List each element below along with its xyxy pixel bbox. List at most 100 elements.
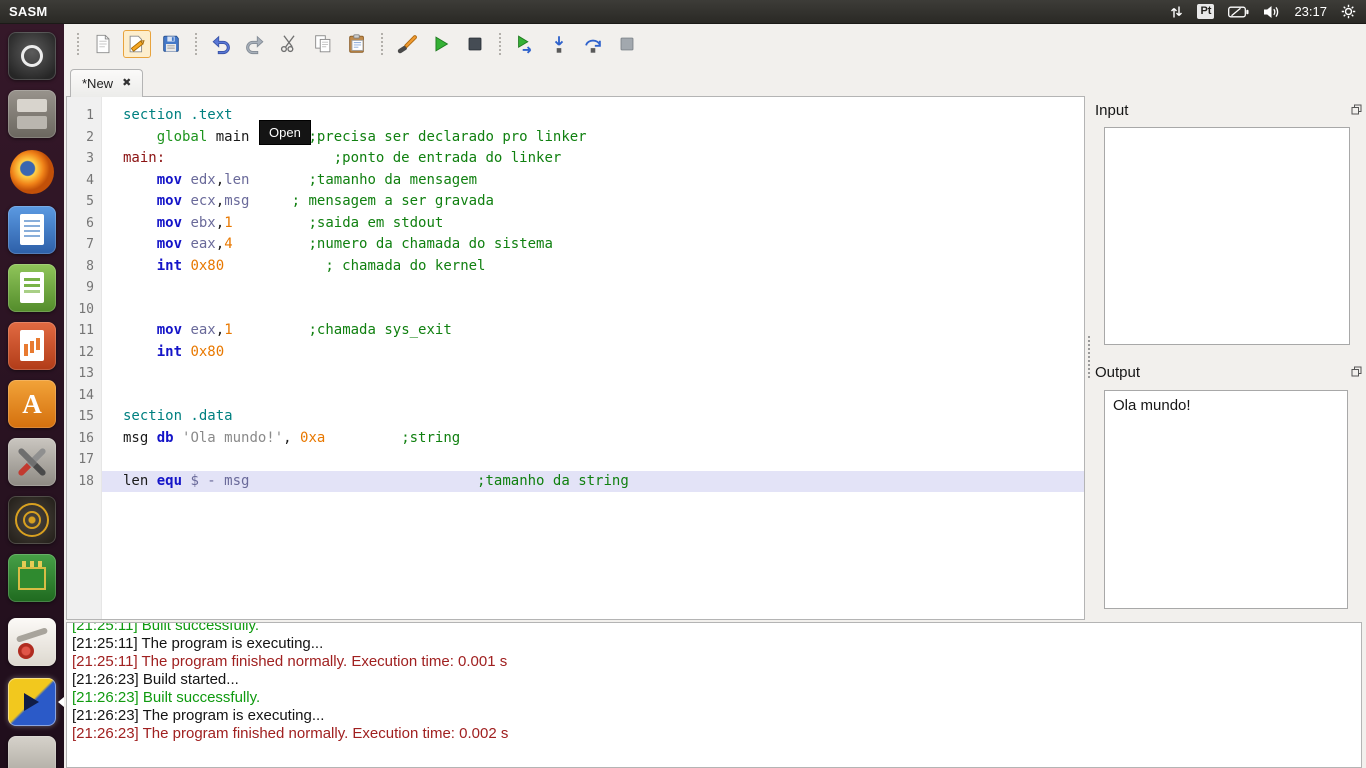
launcher-item-file-manager[interactable] bbox=[8, 90, 56, 138]
log-line: [21:26:23] Built successfully. bbox=[72, 689, 261, 706]
undo-button[interactable] bbox=[207, 30, 235, 58]
line-number[interactable]: 7 bbox=[67, 234, 102, 256]
editor-line-7[interactable]: 7 mov eax,4 ;numero da chamada do sistem… bbox=[67, 234, 1084, 256]
program-input-box[interactable] bbox=[1104, 127, 1350, 345]
editor-line-1[interactable]: 1 section .text bbox=[67, 105, 1084, 127]
build-log-box[interactable]: [21:25:11] Built successfully. [21:25:11]… bbox=[66, 622, 1362, 768]
step-over-button[interactable] bbox=[579, 30, 607, 58]
detach-output-icon[interactable] bbox=[1351, 366, 1362, 377]
tab-label: *New bbox=[82, 76, 114, 91]
clock[interactable]: 23:17 bbox=[1294, 4, 1327, 19]
step-into-button[interactable] bbox=[545, 30, 573, 58]
line-number[interactable]: 1 bbox=[67, 105, 102, 127]
stop-button[interactable] bbox=[461, 30, 489, 58]
line-number[interactable]: 5 bbox=[67, 191, 102, 213]
editor-line-4[interactable]: 4 mov edx,len ;tamanho da mensagem bbox=[67, 170, 1084, 192]
desktop: SASM Pt 23:17 A *New ✖ 1 section .text 2… bbox=[0, 0, 1366, 768]
copy-button[interactable] bbox=[309, 30, 337, 58]
keyboard-layout-indicator[interactable]: Pt bbox=[1197, 4, 1215, 19]
new-file-button[interactable] bbox=[89, 30, 117, 58]
launcher-item-sasm[interactable] bbox=[8, 678, 56, 726]
editor-line-5[interactable]: 5 mov ecx,msg ; mensagem a ser gravada bbox=[67, 191, 1084, 213]
editor-line-11[interactable]: 11 mov eax,1 ;chamada sys_exit bbox=[67, 320, 1084, 342]
line-number[interactable]: 4 bbox=[67, 170, 102, 192]
editor-line-16[interactable]: 16 msg db 'Ola mundo!', 0xa ;string bbox=[67, 428, 1084, 450]
paste-icon bbox=[346, 33, 368, 55]
launcher-item-text-editor[interactable] bbox=[8, 206, 56, 254]
code-text: mov ebx,1 ;saida em stdout bbox=[156, 214, 444, 231]
run-button[interactable] bbox=[427, 30, 455, 58]
tab-new[interactable]: *New ✖ bbox=[70, 69, 144, 97]
stop-debug-button[interactable] bbox=[613, 30, 641, 58]
redo-button[interactable] bbox=[241, 30, 269, 58]
launcher-item-libreoffice-calc[interactable] bbox=[8, 264, 56, 312]
log-line: [21:25:11] The program finished normally… bbox=[72, 653, 508, 670]
tab-close-icon[interactable]: ✖ bbox=[122, 78, 131, 89]
editor-line-18[interactable]: 18 len equ $ - msg ;tamanho da string bbox=[67, 470, 1084, 493]
line-number[interactable]: 8 bbox=[67, 256, 102, 278]
editor-line-6[interactable]: 6 mov ebx,1 ;saida em stdout bbox=[67, 213, 1084, 235]
battery-icon[interactable] bbox=[1228, 6, 1249, 18]
line-number[interactable]: 17 bbox=[67, 449, 102, 471]
line-number[interactable]: 11 bbox=[67, 320, 102, 342]
cut-button[interactable] bbox=[275, 30, 303, 58]
editor-line-17[interactable]: 17 bbox=[67, 449, 1084, 471]
code-text: global main ;precisa ser declarado pro l… bbox=[156, 128, 587, 145]
editor-line-9[interactable]: 9 bbox=[67, 277, 1084, 299]
io-panel: Input Output Ola mundo! bbox=[1093, 96, 1366, 618]
launcher-item-dash-home[interactable] bbox=[8, 32, 56, 80]
editor-line-3[interactable]: 3 main: ;ponto de entrada do linker bbox=[67, 148, 1084, 170]
volume-icon[interactable] bbox=[1263, 5, 1280, 19]
launcher-item-documents-app[interactable] bbox=[8, 618, 56, 666]
line-number[interactable]: 6 bbox=[67, 213, 102, 235]
launcher-item-firefox[interactable] bbox=[8, 148, 56, 196]
launcher-item-target-app[interactable] bbox=[8, 496, 56, 544]
save-file-button[interactable] bbox=[157, 30, 185, 58]
line-number[interactable]: 3 bbox=[67, 148, 102, 170]
editor-line-8[interactable]: 8 int 0x80 ; chamada do kernel bbox=[67, 256, 1084, 278]
log-line: [21:25:11] Built successfully. bbox=[72, 622, 260, 634]
editor-line-14[interactable]: 14 bbox=[67, 385, 1084, 407]
launcher-item-system-settings[interactable] bbox=[8, 438, 56, 486]
launcher-item-hidden-app[interactable] bbox=[8, 736, 56, 768]
paste-button[interactable] bbox=[343, 30, 371, 58]
session-gear-icon[interactable] bbox=[1341, 4, 1356, 19]
app-title: SASM bbox=[9, 4, 48, 19]
line-number[interactable]: 9 bbox=[67, 277, 102, 299]
line-number[interactable]: 16 bbox=[67, 428, 102, 450]
build-log: [21:25:11] Built successfully. [21:25:11]… bbox=[67, 622, 1361, 743]
line-number[interactable]: 14 bbox=[67, 385, 102, 407]
code-text: len equ $ - msg ;tamanho da string bbox=[102, 470, 1084, 492]
debug-button[interactable] bbox=[511, 30, 539, 58]
editor-line-13[interactable]: 13 bbox=[67, 363, 1084, 385]
toolbar-grip bbox=[195, 33, 197, 55]
build-icon bbox=[396, 33, 418, 55]
program-output-text: Ola mundo! bbox=[1113, 397, 1191, 414]
line-number[interactable]: 15 bbox=[67, 406, 102, 428]
editor-line-15[interactable]: 15 section .data bbox=[67, 406, 1084, 428]
code-text: int 0x80 ; chamada do kernel bbox=[156, 257, 486, 274]
line-number[interactable]: 18 bbox=[67, 471, 102, 493]
open-file-button[interactable] bbox=[123, 30, 151, 58]
line-number[interactable]: 13 bbox=[67, 363, 102, 385]
code-text: msg db 'Ola mundo!', 0xa ;string bbox=[123, 429, 461, 446]
program-output-box[interactable]: Ola mundo! bbox=[1104, 390, 1348, 609]
launcher-item-libreoffice-impress[interactable] bbox=[8, 322, 56, 370]
code-editor[interactable]: 1 section .text 2 global main ;precisa ser… bbox=[66, 96, 1085, 620]
keyboard-arrows-icon[interactable] bbox=[1170, 5, 1183, 19]
line-number[interactable]: 2 bbox=[67, 127, 102, 149]
vertical-splitter[interactable] bbox=[1085, 96, 1093, 618]
open-file-icon bbox=[126, 33, 148, 55]
editor-line-10[interactable]: 10 bbox=[67, 299, 1084, 321]
line-number[interactable]: 10 bbox=[67, 299, 102, 321]
launcher-item-hardware-app[interactable] bbox=[8, 554, 56, 602]
build-button[interactable] bbox=[393, 30, 421, 58]
editor-line-12[interactable]: 12 int 0x80 bbox=[67, 342, 1084, 364]
detach-input-icon[interactable] bbox=[1351, 104, 1362, 115]
editor-line-2[interactable]: 2 global main ;precisa ser declarado pro… bbox=[67, 127, 1084, 149]
copy-icon bbox=[312, 33, 334, 55]
line-number[interactable]: 12 bbox=[67, 342, 102, 364]
launcher-item-font-viewer[interactable]: A bbox=[8, 380, 56, 428]
